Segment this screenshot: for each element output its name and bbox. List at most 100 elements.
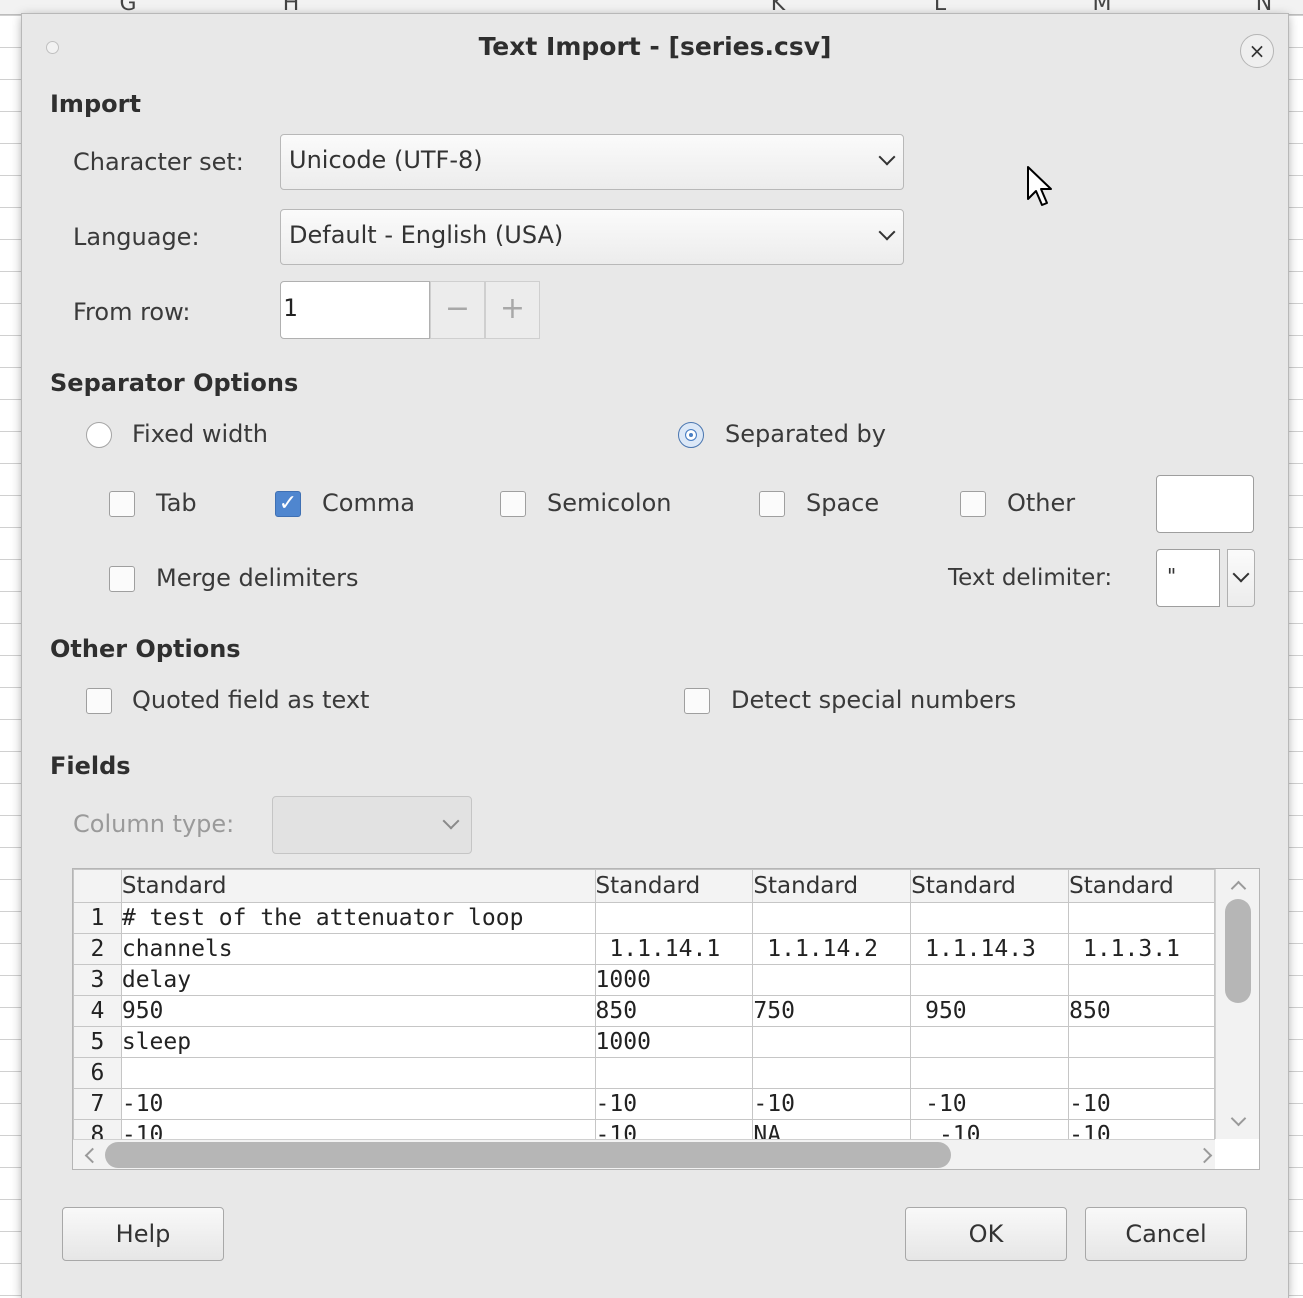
table-cell: 1000 — [594, 1026, 754, 1058]
table-cell: -10 — [752, 1088, 912, 1120]
vertical-scrollbar[interactable] — [1215, 869, 1259, 1139]
text-delimiter-input[interactable]: " — [1156, 549, 1220, 607]
table-cell: 1.1.14.1 — [594, 933, 754, 965]
comma-checkbox[interactable]: ✓ — [275, 491, 301, 517]
row-number: 4 — [73, 995, 122, 1027]
detect-special-numbers-label[interactable]: Detect special numbers — [731, 686, 1016, 714]
table-cell: 950 — [120, 995, 596, 1027]
import-heading: Import — [50, 90, 141, 118]
preview-table: Standard Standard Standard Standard Stan… — [73, 869, 1215, 1139]
separated-by-label[interactable]: Separated by — [725, 420, 886, 448]
scroll-down-icon[interactable] — [1230, 1110, 1247, 1127]
charset-combo[interactable]: Unicode (UTF-8) — [280, 134, 904, 190]
table-cell: # test of the attenuator loop — [120, 902, 596, 934]
fixed-width-label[interactable]: Fixed width — [132, 420, 268, 448]
scroll-right-icon[interactable] — [1196, 1147, 1213, 1164]
cancel-button[interactable]: Cancel — [1085, 1207, 1247, 1261]
column-header[interactable]: Standard — [752, 869, 912, 903]
row-number: 3 — [73, 964, 122, 996]
mouse-cursor-icon — [1027, 166, 1052, 206]
table-cell: 850 — [1068, 995, 1215, 1027]
column-header[interactable]: Standard — [910, 869, 1070, 903]
semicolon-label[interactable]: Semicolon — [547, 489, 672, 517]
row-number: 7 — [73, 1088, 122, 1120]
fixed-width-radio[interactable] — [86, 422, 112, 448]
table-row: 8 -10 -10 NA -10 -10 — [73, 1119, 1215, 1139]
table-row: 4 950 850 750 950 850 — [73, 995, 1215, 1027]
column-type-label: Column type: — [73, 810, 235, 838]
table-row: 5 sleep 1000 — [73, 1026, 1215, 1058]
merge-delimiters-checkbox[interactable] — [109, 566, 135, 592]
column-header-row: Standard Standard Standard Standard Stan… — [73, 869, 1215, 903]
chevron-down-icon — [1232, 565, 1250, 583]
close-button[interactable]: × — [1240, 34, 1274, 68]
decrement-button[interactable]: − — [430, 281, 485, 339]
table-cell — [1068, 1026, 1215, 1058]
other-label[interactable]: Other — [1007, 489, 1075, 517]
column-type-combo — [272, 796, 472, 854]
table-cell: -10 — [594, 1119, 754, 1139]
preview-table-area[interactable]: Standard Standard Standard Standard Stan… — [73, 869, 1215, 1139]
text-delimiter-label: Text delimiter: — [948, 565, 1113, 591]
table-row: 2 channels 1.1.14.1 1.1.14.2 1.1.14.3 1.… — [73, 933, 1215, 965]
title-bar[interactable]: Text Import - [series.csv] × — [22, 14, 1288, 82]
table-cell — [1068, 902, 1215, 934]
preview-grid[interactable]: Standard Standard Standard Standard Stan… — [72, 868, 1260, 1170]
table-cell: 750 — [752, 995, 912, 1027]
table-cell — [752, 964, 912, 996]
from-row-input[interactable]: 1 — [280, 281, 430, 339]
table-cell: 850 — [594, 995, 754, 1027]
other-options-heading: Other Options — [50, 635, 241, 663]
column-header[interactable]: Standard — [120, 869, 596, 903]
column-header[interactable]: Standard — [1068, 869, 1215, 903]
column-header[interactable]: Standard — [594, 869, 754, 903]
table-cell: 1000 — [594, 964, 754, 996]
other-separator-input[interactable] — [1156, 475, 1254, 533]
charset-value: Unicode (UTF-8) — [289, 146, 483, 174]
other-checkbox[interactable] — [960, 491, 986, 517]
table-cell — [594, 902, 754, 934]
vertical-scroll-thumb[interactable] — [1225, 899, 1251, 1003]
help-button[interactable]: Help — [62, 1207, 224, 1261]
semicolon-checkbox[interactable] — [500, 491, 526, 517]
space-label[interactable]: Space — [806, 489, 879, 517]
tab-checkbox[interactable] — [109, 491, 135, 517]
ok-button[interactable]: OK — [905, 1207, 1067, 1261]
table-cell: -10 — [120, 1088, 596, 1120]
separator-options-heading: Separator Options — [50, 369, 299, 397]
detect-special-numbers-checkbox[interactable] — [684, 688, 710, 714]
text-delimiter-dropdown[interactable] — [1227, 549, 1255, 607]
space-checkbox[interactable] — [759, 491, 785, 517]
separated-by-radio[interactable] — [678, 422, 704, 448]
row-number: 6 — [73, 1057, 122, 1089]
table-cell: 1.1.3.1 — [1068, 933, 1215, 965]
row-number: 5 — [73, 1026, 122, 1058]
table-row: 3 delay 1000 — [73, 964, 1215, 996]
tab-label[interactable]: Tab — [156, 489, 197, 517]
row-number: 1 — [73, 902, 122, 934]
table-cell: 950 — [910, 995, 1070, 1027]
table-cell — [120, 1057, 596, 1089]
row-number: 8 — [73, 1119, 122, 1139]
quoted-field-label[interactable]: Quoted field as text — [132, 686, 369, 714]
horizontal-scrollbar[interactable] — [73, 1139, 1215, 1169]
horizontal-scroll-thumb[interactable] — [105, 1142, 951, 1168]
table-cell: 1.1.14.3 — [910, 933, 1070, 965]
table-cell: -10 — [120, 1119, 596, 1139]
column-letter: K — [770, 0, 786, 15]
quoted-field-checkbox[interactable] — [86, 688, 112, 714]
scroll-left-icon[interactable] — [84, 1147, 101, 1164]
table-cell: -10 — [1068, 1088, 1215, 1120]
language-value: Default - English (USA) — [289, 221, 564, 249]
table-cell — [910, 1026, 1070, 1058]
scroll-up-icon[interactable] — [1230, 880, 1247, 897]
merge-delimiters-label[interactable]: Merge delimiters — [156, 564, 358, 592]
table-cell — [594, 1057, 754, 1089]
language-combo[interactable]: Default - English (USA) — [280, 209, 904, 265]
corner-cell — [73, 869, 122, 903]
increment-button[interactable]: + — [485, 281, 540, 339]
text-import-dialog: Text Import - [series.csv] × Import Char… — [22, 14, 1288, 1298]
column-letter: N — [1255, 0, 1273, 15]
comma-label[interactable]: Comma — [322, 489, 415, 517]
row-number: 2 — [73, 933, 122, 965]
